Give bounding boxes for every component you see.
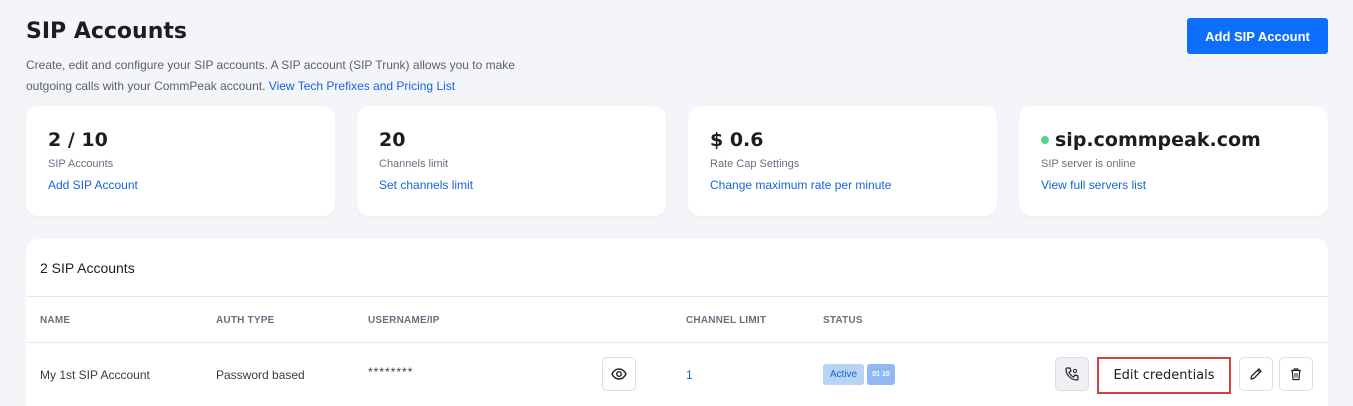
tech-prefixes-link[interactable]: View Tech Prefixes and Pricing List	[269, 79, 455, 93]
page-title: SIP Accounts	[26, 19, 187, 44]
stat-card-sip-accounts: 2 / 10 SIP Accounts Add SIP Account	[26, 106, 335, 216]
cell-name: My 1st SIP Acccount	[40, 368, 150, 382]
divider	[26, 342, 1328, 343]
stat-value: sip.commpeak.com	[1041, 128, 1306, 152]
edit-button[interactable]	[1239, 357, 1273, 391]
delete-button[interactable]	[1279, 357, 1313, 391]
stat-label: Channels limit	[379, 158, 449, 170]
add-sip-account-link[interactable]: Add SIP Account	[48, 178, 313, 192]
status-badge: Active	[823, 364, 864, 385]
stat-card-sip-server: sip.commpeak.com SIP server is online Vi…	[1019, 106, 1328, 216]
stat-label: Rate Cap Settings	[710, 158, 800, 170]
change-max-rate-link[interactable]: Change maximum rate per minute	[710, 178, 975, 192]
column-header-auth-type: AUTH TYPE	[216, 315, 275, 326]
cell-auth-type: Password based	[216, 368, 305, 382]
stat-label: SIP Accounts	[48, 158, 114, 170]
pencil-icon	[1250, 368, 1262, 380]
stat-card-channels: 20 Channels limit Set channels limit	[357, 106, 666, 216]
stat-value: 2 / 10	[48, 129, 108, 151]
table-title: 2 SIP Accounts	[40, 260, 135, 276]
binary-icon: 01 10	[867, 364, 895, 385]
column-header-username: USERNAME/IP	[368, 315, 440, 326]
column-header-status: STATUS	[823, 315, 863, 326]
stat-value: $ 0.6	[710, 129, 764, 151]
stat-label: SIP server is online	[1041, 158, 1136, 170]
sip-settings-button[interactable]	[1055, 357, 1089, 391]
stat-value: 20	[379, 129, 406, 151]
phone-settings-icon	[1065, 367, 1079, 381]
add-sip-account-button[interactable]: Add SIP Account	[1187, 18, 1328, 54]
sip-accounts-table: 2 SIP Accounts NAME AUTH TYPE USERNAME/I…	[26, 239, 1328, 406]
edit-credentials-button[interactable]: Edit credentials	[1097, 357, 1231, 394]
trash-icon	[1291, 368, 1301, 381]
cell-channel-limit: 1	[686, 368, 693, 382]
stat-card-rate-cap: $ 0.6 Rate Cap Settings Change maximum r…	[688, 106, 997, 216]
divider	[26, 296, 1328, 297]
server-host: sip.commpeak.com	[1055, 129, 1261, 151]
column-header-name: NAME	[40, 315, 71, 326]
online-status-dot-icon	[1041, 136, 1049, 144]
eye-icon	[611, 368, 627, 380]
page-description: Create, edit and configure your SIP acco…	[26, 55, 526, 97]
cell-username: ********	[368, 365, 414, 379]
column-header-channel-limit: CHANNEL LIMIT	[686, 315, 767, 326]
view-servers-link[interactable]: View full servers list	[1041, 178, 1306, 192]
set-channels-limit-link[interactable]: Set channels limit	[379, 178, 644, 192]
show-password-button[interactable]	[602, 357, 636, 391]
